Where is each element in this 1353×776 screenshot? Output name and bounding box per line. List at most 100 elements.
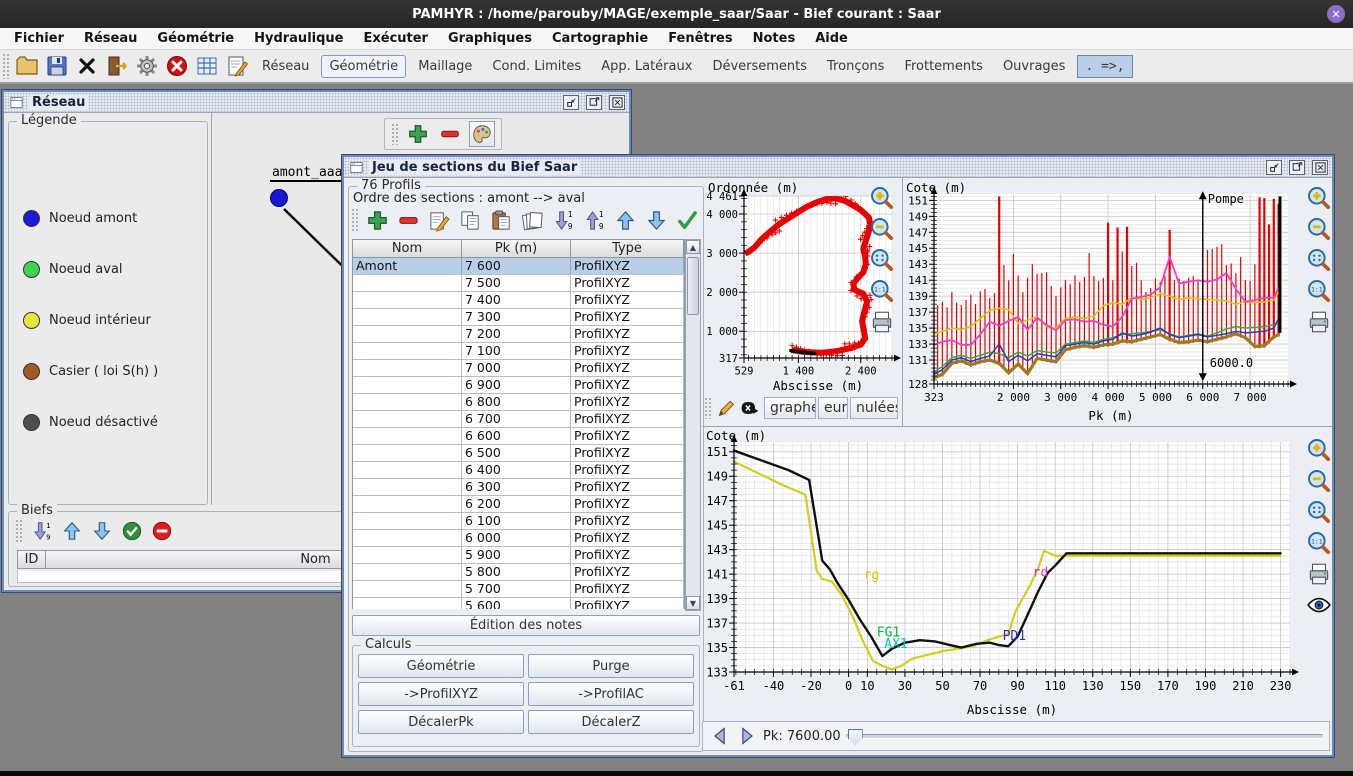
grid-table-icon[interactable] [194, 53, 220, 79]
sort-desc-icon[interactable]: 19 [550, 207, 576, 233]
menu-item-g-om-trie[interactable]: Géométrie [147, 30, 244, 47]
calc-button-purge[interactable]: Purge [528, 654, 694, 678]
table-row[interactable]: Amont7 600ProfilXYZ [353, 258, 684, 275]
table-row[interactable]: 6 300ProfilXYZ [353, 479, 684, 496]
menu-item-graphiques[interactable]: Graphiques [438, 30, 542, 47]
table-row[interactable]: 6 900ProfilXYZ [353, 377, 684, 394]
remove-icon[interactable] [437, 121, 463, 147]
sort-asc-icon[interactable]: 19 [581, 207, 607, 233]
move-down-icon[interactable] [643, 207, 669, 233]
zoom-fit-icon[interactable] [1305, 246, 1333, 274]
nav-left-icon[interactable] [709, 725, 731, 747]
close-icon[interactable] [609, 95, 625, 110]
zoom-out-icon[interactable] [868, 215, 896, 243]
move-down-icon[interactable] [89, 518, 115, 544]
validate-check-icon[interactable] [119, 518, 145, 544]
drag-handle[interactable] [391, 123, 399, 145]
zoom-fit-icon[interactable] [1305, 498, 1333, 526]
toolbar-button-frottements[interactable]: Frottements [896, 55, 991, 78]
table-row[interactable]: 7 200ProfilXYZ [353, 326, 684, 343]
menu-item-fen-tres[interactable]: Fenêtres [658, 30, 742, 47]
reseau-window-titlebar[interactable]: Réseau [4, 92, 629, 113]
menu-item-hydraulique[interactable]: Hydraulique [244, 30, 353, 47]
zoom-1-1-icon[interactable]: 1:1 [1305, 277, 1333, 305]
add-icon[interactable] [405, 121, 431, 147]
table-row[interactable]: 6 000ProfilXYZ [353, 530, 684, 547]
print-icon[interactable] [868, 308, 896, 336]
toolbar-button-r-seau[interactable]: Réseau [254, 55, 317, 78]
paste-icon[interactable] [488, 207, 514, 233]
table-row[interactable]: 7 100ProfilXYZ [353, 343, 684, 360]
scroll-up-icon[interactable]: ▲ [686, 240, 700, 254]
print-icon[interactable] [1305, 308, 1333, 336]
edit-note-icon[interactable] [224, 53, 250, 79]
table-row[interactable]: 5 600ProfilXYZ [353, 598, 684, 609]
add-icon[interactable] [364, 207, 390, 233]
tab-eur[interactable]: eur [818, 397, 848, 419]
scroll-thumb[interactable] [687, 257, 699, 315]
chart-splitter-horizontal[interactable] [702, 426, 1332, 427]
maximize-icon[interactable] [1289, 160, 1305, 175]
calc-button--profilxyz[interactable]: ->ProfilXYZ [358, 682, 524, 706]
zoom-in-icon[interactable] [1305, 436, 1333, 464]
minimize-icon[interactable] [563, 95, 579, 110]
drag-handle[interactable] [15, 519, 23, 543]
table-row[interactable]: 6 800ProfilXYZ [353, 394, 684, 411]
toolbar-button-d-versements[interactable]: Déversements [704, 55, 815, 78]
calc-button-d-calerz[interactable]: DécalerZ [528, 710, 694, 734]
cross-section-chart[interactable]: rgFG1AX1PD1rd-61-40-20010305070901101301… [704, 428, 1302, 722]
apply-check-icon[interactable] [674, 207, 700, 233]
zoom-fit-icon[interactable] [868, 246, 896, 274]
table-row[interactable]: 5 800ProfilXYZ [353, 564, 684, 581]
chart-splitter[interactable] [902, 178, 903, 426]
calc-button-g-om-trie[interactable]: Géométrie [358, 654, 524, 678]
node-label[interactable]: amont_aaa [270, 165, 344, 182]
drag-handle[interactable] [351, 208, 359, 232]
long-profile-chart[interactable]: Pompe6000.03232 0003 0004 0005 0006 0007… [904, 180, 1302, 428]
pk-slider-thumb[interactable] [848, 729, 863, 746]
table-row[interactable]: 5 700ProfilXYZ [353, 581, 684, 598]
calc-button--profilac[interactable]: ->ProfilAC [528, 682, 694, 706]
calc-button-d-calerpk[interactable]: DécalerPk [358, 710, 524, 734]
save-floppy-icon[interactable] [44, 53, 70, 79]
open-folder-icon[interactable] [14, 53, 40, 79]
delete-minus-icon[interactable] [149, 518, 175, 544]
table-row[interactable]: 5 900ProfilXYZ [353, 547, 684, 564]
table-row[interactable]: 6 200ProfilXYZ [353, 496, 684, 513]
zoom-in-icon[interactable] [1305, 184, 1333, 212]
zoom-1-1-icon[interactable]: 1:1 [1305, 529, 1333, 557]
menu-item-ex-cuter[interactable]: Exécuter [353, 30, 438, 47]
toolbar-button-cond-limites[interactable]: Cond. Limites [484, 55, 589, 78]
menu-item-cartographie[interactable]: Cartographie [542, 30, 658, 47]
menu-item-r-seau[interactable]: Réseau [74, 30, 147, 47]
move-up-icon[interactable] [59, 518, 85, 544]
stop-icon[interactable] [164, 53, 190, 79]
column-header[interactable]: Pk (m) [462, 240, 571, 257]
menu-item-fichier[interactable]: Fichier [4, 30, 74, 47]
nav-right-icon[interactable] [736, 725, 758, 747]
scroll-down-icon[interactable]: ▼ [686, 596, 700, 610]
move-up-icon[interactable] [612, 207, 638, 233]
palette-icon[interactable] [469, 121, 495, 147]
table-row[interactable]: 7 000ProfilXYZ [353, 360, 684, 377]
edit-icon[interactable] [426, 207, 452, 233]
sort-desc-icon[interactable]: 19 [29, 518, 55, 544]
toolbar-button-app-lat-raux[interactable]: App. Latéraux [593, 55, 700, 78]
table-row[interactable]: 7 400ProfilXYZ [353, 292, 684, 309]
duplicate-icon[interactable] [519, 207, 545, 233]
zoom-out-icon[interactable] [1305, 215, 1333, 243]
table-row[interactable]: 7 300ProfilXYZ [353, 309, 684, 326]
remove-icon[interactable] [395, 207, 421, 233]
table-scrollbar[interactable]: ▲ ▼ [685, 239, 701, 611]
drag-handle[interactable] [704, 397, 712, 419]
clear-x-icon[interactable] [739, 395, 761, 421]
copy-icon[interactable] [457, 207, 483, 233]
table-row[interactable]: 6 600ProfilXYZ [353, 428, 684, 445]
pk-slider[interactable] [846, 734, 1323, 739]
table-row[interactable]: 7 500ProfilXYZ [353, 275, 684, 292]
column-header[interactable]: Type [571, 240, 684, 257]
close-x-icon[interactable] [74, 53, 100, 79]
toolbar-button-g-om-trie[interactable]: Géométrie [321, 55, 406, 78]
edit-notes-button[interactable]: Édition des notes [352, 615, 700, 636]
toolbar-button--[interactable]: . =>, [1077, 55, 1132, 78]
